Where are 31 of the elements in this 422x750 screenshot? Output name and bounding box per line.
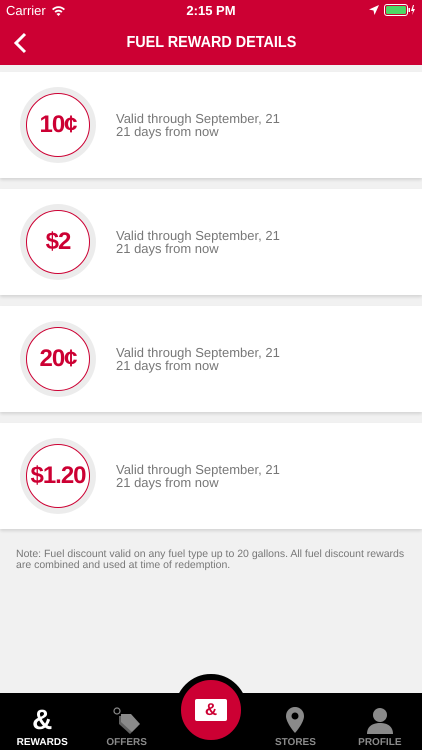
- tag-icon: [112, 706, 142, 734]
- tab[interactable]: STORES: [253, 693, 338, 750]
- valid-date: Valid through September, 21: [116, 112, 280, 125]
- days-remaining: 21 days from now: [116, 359, 219, 372]
- reward-amount: 20¢: [26, 327, 90, 391]
- reward-card[interactable]: $1.20 Valid through September, 21 21 days from now: [0, 423, 422, 529]
- valid-date: Valid through September, 21: [116, 463, 280, 476]
- reward-card[interactable]: 10¢ Valid through September, 21 21 days from now: [0, 72, 422, 178]
- reward-card[interactable]: $2 Valid through September, 21 21 days from now: [0, 189, 422, 295]
- status-time: 2:15 PM: [186, 2, 236, 18]
- pin-icon: [285, 706, 306, 734]
- battery-icon: [384, 4, 416, 16]
- tab[interactable]: & REWARDS: [0, 693, 84, 750]
- tab[interactable]: OFFERS: [84, 693, 169, 750]
- days-remaining: 21 days from now: [116, 125, 219, 138]
- reward-amount: 10¢: [26, 93, 90, 157]
- days-remaining: 21 days from now: [116, 242, 219, 255]
- back-icon[interactable]: [13, 32, 27, 54]
- reward-amount: $1.20: [26, 444, 90, 508]
- person-icon: [366, 706, 394, 734]
- tab[interactable]: PROFILE: [338, 693, 422, 750]
- carrier-name: Carrier: [6, 2, 46, 18]
- page-title: FUEL REWARD DETAILS: [126, 34, 296, 52]
- location-icon: [369, 5, 379, 15]
- note-text: Note: Fuel discount valid on any fuel type up to 20 gallons. All fuel discount rewards are combined and used at time of redemption.: [16, 549, 406, 571]
- valid-date: Valid through September, 21: [116, 229, 280, 242]
- reward-card[interactable]: 20¢ Valid through September, 21 21 days from now: [0, 306, 422, 412]
- valid-date: Valid through September, 21: [116, 346, 280, 359]
- days-remaining: 21 days from now: [116, 476, 219, 489]
- wifi-icon: [50, 4, 66, 16]
- reward-amount: $2: [26, 210, 90, 274]
